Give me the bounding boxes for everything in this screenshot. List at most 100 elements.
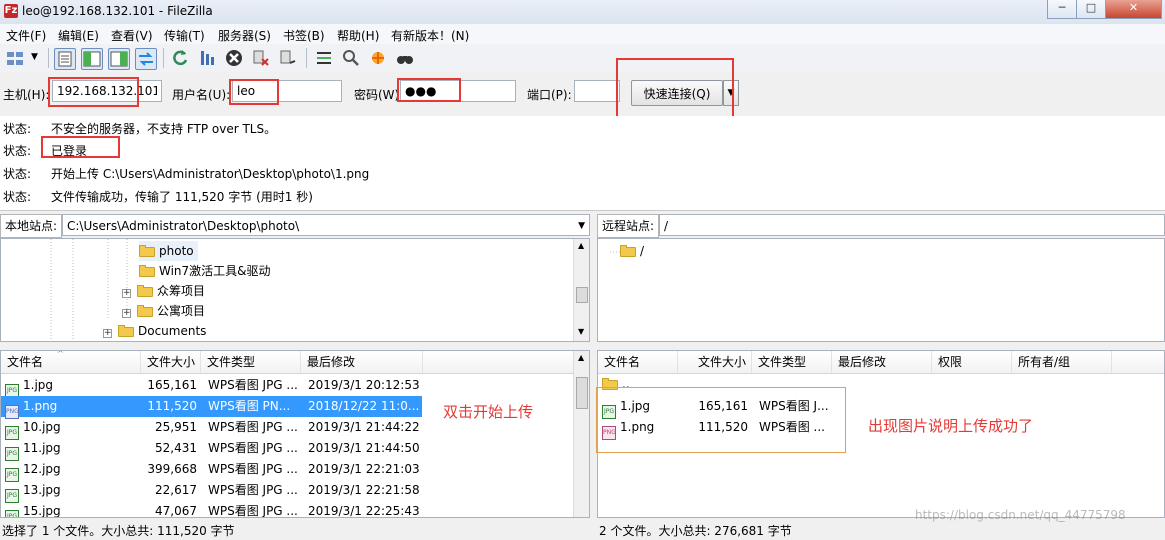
col-filetype[interactable]: 文件类型 xyxy=(752,351,832,373)
file-type: WPS看图 JPG ... xyxy=(208,420,298,434)
tree-expand-icon[interactable]: + xyxy=(122,289,131,298)
menu-new-version[interactable]: 有新版本！(N) xyxy=(391,27,469,44)
remote-tree-item-root[interactable]: / xyxy=(620,241,644,261)
menu-server[interactable]: 服务器(S) xyxy=(218,27,271,44)
scroll-up-icon[interactable]: ▲ xyxy=(578,241,584,250)
tree-expand-icon[interactable]: + xyxy=(122,309,131,318)
toggle-transfer-queue-icon[interactable] xyxy=(135,48,157,70)
file-type: WPS看图 JPG ... xyxy=(208,378,298,392)
file-size: 47,067 xyxy=(155,504,197,518)
table-row-selected[interactable]: PNG 1.png 111,520 WPS看图 PN... 2018/12/22 … xyxy=(1,396,422,419)
local-list-scrollbar[interactable]: ▲ xyxy=(573,351,589,517)
col-filetype[interactable]: 文件类型 xyxy=(201,351,301,373)
quickconnect-history-dropdown[interactable]: ▼ xyxy=(723,80,739,106)
file-size: 111,520 xyxy=(147,399,197,413)
col-filename[interactable]: 文件名 xyxy=(598,351,678,373)
col-filename[interactable]: 文件名 xyxy=(1,351,141,373)
process-queue-icon[interactable] xyxy=(197,48,217,68)
username-input[interactable] xyxy=(232,80,342,102)
file-type: WPS看图 ... xyxy=(759,420,825,434)
col-filesize[interactable]: 文件大小 xyxy=(141,351,201,373)
site-manager-dropdown-icon[interactable]: ▼ xyxy=(31,52,38,62)
tree-item-label: photo xyxy=(159,244,194,258)
file-modified: 2019/3/1 21:44:22 xyxy=(308,420,420,434)
menu-edit[interactable]: 编辑(E) xyxy=(58,27,99,44)
col-owner[interactable]: 所有者/组 xyxy=(1012,351,1112,373)
remote-path-input[interactable]: / xyxy=(659,214,1165,236)
cancel-operation-icon[interactable] xyxy=(224,48,244,68)
maximize-button[interactable]: □ xyxy=(1076,0,1106,19)
local-path-text: C:\Users\Administrator\Desktop\photo\ xyxy=(67,219,300,233)
table-row-parent-dir[interactable]: .. xyxy=(598,374,1164,395)
tree-item-apartment[interactable]: + 公寓项目 xyxy=(122,301,205,321)
table-row[interactable]: JPG 11.jpg 52,431 WPS看图 JPG ... 2019/3/1 … xyxy=(1,438,575,461)
col-modified[interactable]: 最后修改 xyxy=(832,351,932,373)
menu-file[interactable]: 文件(F) xyxy=(6,27,46,44)
file-name: 15.jpg xyxy=(23,504,61,518)
compare-directories-icon[interactable] xyxy=(341,48,361,68)
toggle-local-tree-icon[interactable] xyxy=(81,48,103,70)
local-path-input[interactable]: C:\Users\Administrator\Desktop\photo\ ▼ xyxy=(62,214,590,236)
menu-view[interactable]: 查看(V) xyxy=(111,27,153,44)
file-type: WPS看图 JPG ... xyxy=(208,504,298,518)
search-remote-files-icon[interactable] xyxy=(395,48,415,68)
file-size: 52,431 xyxy=(155,441,197,455)
local-file-list: 文件名 ^ 文件大小 文件类型 最后修改 JPG 1.jpg 165,161 WP… xyxy=(0,350,590,518)
host-label: 主机(H): xyxy=(3,88,50,102)
col-filesize[interactable]: 文件大小 xyxy=(692,351,752,373)
port-input[interactable] xyxy=(574,80,620,102)
refresh-icon[interactable] xyxy=(170,48,190,68)
close-window-button[interactable]: ✕ xyxy=(1105,0,1162,19)
synchronized-browsing-icon[interactable] xyxy=(368,48,388,68)
scroll-thumb[interactable] xyxy=(576,287,588,303)
tree-item-photo[interactable]: photo xyxy=(139,241,198,261)
table-row[interactable]: JPG 15.jpg 47,067 WPS看图 JPG ... 2019/3/1 … xyxy=(1,501,575,518)
menu-help[interactable]: 帮助(H) xyxy=(337,27,379,44)
disconnect-icon[interactable] xyxy=(251,48,271,68)
minimize-button[interactable]: ─ xyxy=(1047,0,1077,19)
local-path-dropdown-icon[interactable]: ▼ xyxy=(578,215,585,237)
file-name: 1.jpg xyxy=(620,399,651,413)
quickconnect-button[interactable]: 快速连接(Q) xyxy=(631,80,723,106)
table-row[interactable]: JPG 1.jpg 165,161 WPS看图 JPG ... 2019/3/1 … xyxy=(1,375,575,398)
directory-listing-filter-icon[interactable] xyxy=(314,48,334,68)
menu-transfer[interactable]: 传输(T) xyxy=(164,27,205,44)
file-name: 13.jpg xyxy=(23,483,61,497)
host-input[interactable] xyxy=(52,80,162,102)
tree-item-crowdfunding[interactable]: + 众筹项目 xyxy=(122,281,205,301)
scroll-thumb[interactable] xyxy=(576,377,588,409)
tree-expand-icon[interactable]: + xyxy=(103,329,112,338)
menu-bookmarks[interactable]: 书签(B) xyxy=(283,27,325,44)
col-modified[interactable]: 最后修改 xyxy=(301,351,423,373)
toggle-remote-tree-icon[interactable] xyxy=(108,48,130,70)
reconnect-icon[interactable] xyxy=(278,48,298,68)
folder-icon xyxy=(118,325,134,337)
col-permissions[interactable]: 权限 xyxy=(932,351,1012,373)
toolbar: ▼ xyxy=(0,44,1165,73)
toolbar-separator xyxy=(306,48,307,68)
message-log: 状态: 不安全的服务器，不支持 FTP over TLS。 状态: 已登录 状态… xyxy=(0,116,1165,211)
site-manager-icon[interactable] xyxy=(5,48,25,68)
watermark-text: https://blog.csdn.net/qq_44775798 xyxy=(915,508,1126,522)
log-row: 状态: 已登录 xyxy=(0,138,1165,161)
remote-site-bar: 远程站点: / xyxy=(597,214,1165,238)
table-row[interactable]: JPG 1.jpg 165,161 WPS看图 J... xyxy=(598,396,1164,419)
scroll-up-icon[interactable]: ▲ xyxy=(578,353,584,362)
local-directory-tree: photo Win7激活工具&驱动 + 众筹项目 + 公寓项目 + Documents… xyxy=(0,238,590,342)
remote-path-text: / xyxy=(664,219,669,233)
file-name: 12.jpg xyxy=(23,462,61,476)
tree-item-documents[interactable]: + Documents xyxy=(103,321,206,341)
password-input[interactable] xyxy=(400,80,516,102)
annotation-double-click: 双击开始上传 xyxy=(443,403,534,421)
file-name: 1.jpg xyxy=(23,378,54,392)
toggle-message-log-icon[interactable] xyxy=(54,48,76,70)
port-label: 端口(P): xyxy=(527,88,572,102)
scroll-down-icon[interactable]: ▼ xyxy=(578,327,584,336)
jpg-file-icon: JPG xyxy=(5,510,19,517)
tree-item-win7[interactable]: Win7激活工具&驱动 xyxy=(139,261,271,281)
local-tree-scrollbar[interactable]: ▲ ▼ xyxy=(573,239,589,341)
table-row[interactable]: JPG 13.jpg 22,617 WPS看图 JPG ... 2019/3/1 … xyxy=(1,480,575,503)
table-row[interactable]: JPG 12.jpg 399,668 WPS看图 JPG ... 2019/3/1… xyxy=(1,459,575,482)
file-modified: 2019/3/1 22:21:03 xyxy=(308,462,420,476)
file-size: 111,520 xyxy=(698,420,748,434)
